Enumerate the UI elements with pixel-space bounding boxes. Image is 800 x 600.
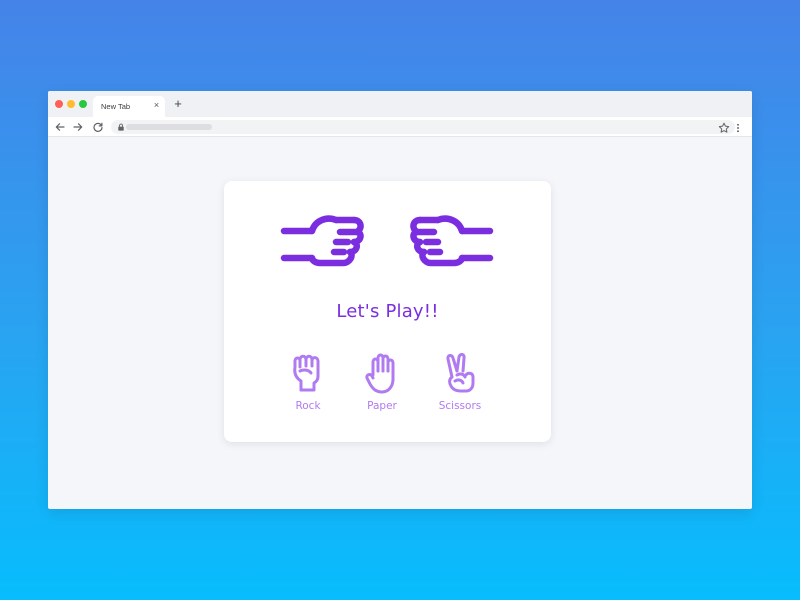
browser-menu-button[interactable] (734, 120, 742, 134)
computer-hand-icon (408, 208, 494, 272)
kebab-menu-icon (737, 123, 739, 133)
minimize-window-button[interactable] (67, 100, 75, 108)
arrow-left-icon (55, 123, 65, 131)
close-window-button[interactable] (55, 100, 63, 108)
back-button[interactable] (53, 120, 67, 134)
url-placeholder-bar (126, 124, 212, 130)
credit-watermark (788, 522, 796, 590)
game-headline: Let's Play!! (336, 301, 439, 322)
game-card: Let's Play!! Rock Paper Scissors (224, 181, 551, 442)
forward-button[interactable] (71, 120, 85, 134)
paper-button[interactable]: Paper (352, 351, 412, 412)
player-hand-icon (280, 208, 366, 272)
paper-label: Paper (367, 400, 397, 412)
tab-new-tab[interactable]: New Tab × (93, 96, 165, 117)
star-icon (718, 122, 730, 133)
arrow-right-icon (73, 123, 83, 131)
open-hand-icon (365, 353, 395, 394)
fist-icon (293, 354, 320, 392)
rock-button[interactable]: Rock (278, 351, 338, 412)
browser-toolbar (48, 117, 752, 137)
tab-title: New Tab (101, 102, 131, 111)
rock-label: Rock (295, 400, 321, 412)
peace-hand-icon (446, 353, 475, 393)
reload-icon (93, 122, 103, 132)
address-bar[interactable] (111, 120, 735, 134)
maximize-window-button[interactable] (79, 100, 87, 108)
lock-icon (118, 123, 124, 131)
browser-window: New Tab × + Let's Play!! Rock Paper Scis… (48, 91, 752, 509)
reload-button[interactable] (91, 120, 105, 134)
close-tab-icon[interactable]: × (152, 99, 161, 111)
tab-strip: New Tab × + (48, 91, 752, 117)
new-tab-button[interactable]: + (172, 96, 184, 112)
scissors-label: Scissors (438, 400, 482, 412)
bookmark-button[interactable] (717, 120, 731, 134)
scissors-button[interactable]: Scissors (430, 351, 490, 412)
